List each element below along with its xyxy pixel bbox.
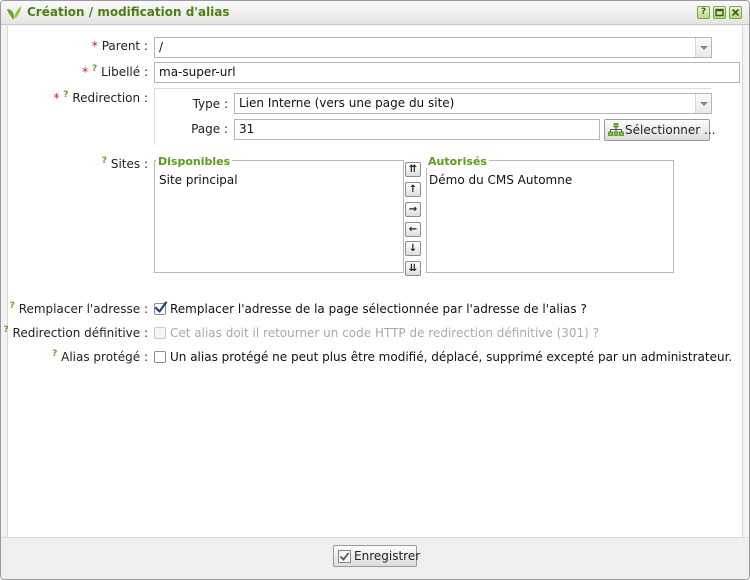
replace-address-checkbox[interactable] [154, 301, 168, 315]
save-button-label: Enregistrer [354, 549, 421, 563]
permanent-redirect-text: Cet alias doit il retourner un code HTTP… [170, 326, 600, 340]
help-mark-icon: ? [9, 301, 15, 311]
libelle-label: * ? Libellé : [82, 64, 148, 79]
parent-label: * Parent : [91, 39, 148, 53]
help-mark-icon: ? [52, 349, 58, 359]
arrow-right-icon: → [408, 204, 418, 215]
sitemap-icon [608, 123, 624, 136]
select-page-button[interactable]: Sélectionner ... [604, 119, 715, 141]
parent-combo[interactable]: / [154, 37, 712, 58]
parent-value: / [159, 40, 164, 54]
save-button[interactable]: Enregistrer [333, 545, 421, 567]
type-value: Lien Interne (vers une page du site) [239, 96, 455, 110]
maximize-icon [715, 8, 724, 17]
help-icon: ? [700, 7, 707, 17]
replace-address-text[interactable]: Remplacer l'adresse de la page sélection… [170, 302, 587, 316]
arrow-up-icon: ↑ [408, 184, 418, 195]
redirection-label: * ? Redirection : [53, 90, 148, 105]
authorized-sites-legend: Autorisés [426, 155, 489, 168]
sites-label: ? Sites : [101, 156, 148, 171]
list-item[interactable]: Site principal [159, 173, 238, 187]
libelle-input[interactable]: ma-super-url [154, 62, 740, 83]
close-icon [731, 8, 740, 17]
protected-alias-label: ? Alias protégé : [52, 349, 148, 364]
type-label: Type : [192, 97, 228, 111]
permanent-redirect-checkbox[interactable] [154, 327, 166, 339]
page-label: Page : [191, 122, 228, 136]
select-button-label: Sélectionner ... [625, 123, 716, 137]
available-sites-list[interactable]: Site principal [154, 160, 404, 273]
move-bottom-button[interactable]: ⇊ [405, 261, 421, 276]
alias-dialog-window: Création / modification d'alias ? * Pare… [0, 0, 750, 580]
form-panel: * Parent : / * ? Libellé : ma-super-url … [3, 26, 743, 537]
remove-button[interactable]: ← [405, 222, 421, 237]
protected-alias-text[interactable]: Un alias protégé ne peut plus être modif… [170, 350, 732, 364]
leaf-logo-icon [7, 6, 21, 20]
arrow-left-icon: ← [408, 224, 418, 235]
authorized-sites-list[interactable]: Démo du CMS Automne [426, 160, 674, 273]
double-arrow-down-icon: ⇊ [408, 263, 418, 274]
chevron-down-icon[interactable] [695, 94, 711, 113]
replace-address-label: ? Remplacer l'adresse : [9, 301, 148, 316]
chevron-down-icon[interactable] [695, 38, 711, 57]
help-mark-icon: ? [92, 64, 98, 74]
window-title: Création / modification d'alias [27, 5, 230, 19]
add-button[interactable]: → [405, 202, 421, 217]
arrow-down-icon: ↓ [408, 243, 418, 254]
protected-alias-checkbox[interactable] [154, 351, 166, 363]
close-button[interactable] [729, 6, 742, 19]
checkmark-icon [154, 301, 168, 313]
help-button[interactable]: ? [697, 6, 710, 19]
help-mark-icon: ? [101, 156, 108, 166]
move-down-button[interactable]: ↓ [405, 241, 421, 256]
required-mark: * [91, 39, 98, 53]
list-item[interactable]: Démo du CMS Automne [429, 173, 572, 187]
permanent-redirect-label: ? Redirection définitive : [3, 325, 148, 340]
page-input[interactable]: 31 [234, 119, 600, 140]
title-bar[interactable]: Création / modification d'alias ? [1, 1, 749, 25]
save-check-icon [338, 550, 351, 563]
available-sites-legend: Disponibles [156, 155, 233, 168]
double-arrow-up-icon: ⇈ [408, 164, 418, 175]
help-mark-icon: ? [3, 325, 9, 335]
maximize-button[interactable] [713, 6, 726, 19]
dialog-footer: Enregistrer [1, 537, 749, 579]
help-mark-icon: ? [63, 90, 69, 100]
type-combo[interactable]: Lien Interne (vers une page du site) [234, 93, 712, 114]
move-top-button[interactable]: ⇈ [405, 162, 421, 177]
move-up-button[interactable]: ↑ [405, 182, 421, 197]
